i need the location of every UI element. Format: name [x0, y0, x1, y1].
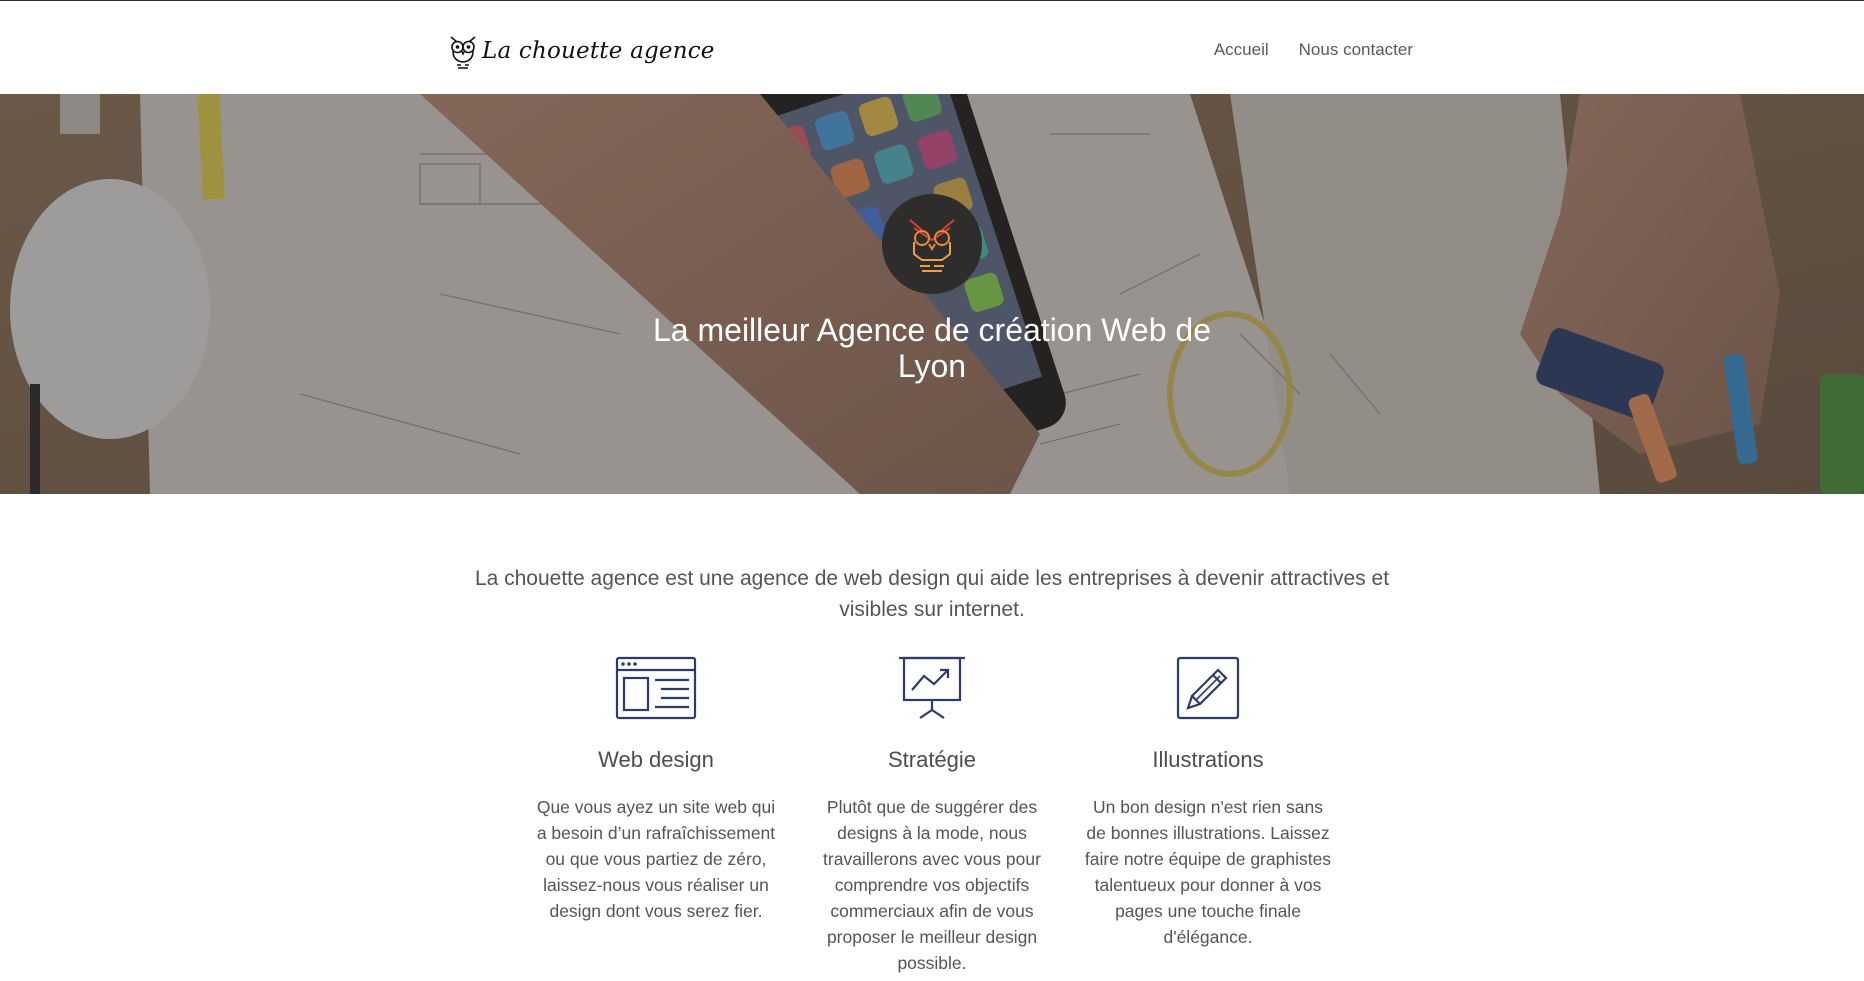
site-header: La chouette agence Accueil Nous contacte… [0, 1, 1864, 94]
hero-overlay [0, 94, 1864, 494]
service-title: Illustrations [1152, 747, 1264, 772]
owl-badge-icon [909, 219, 955, 272]
nav-link-nous-contacter[interactable]: Nous contacter [1299, 40, 1413, 60]
main-nav: Accueil Nous contacter [1214, 40, 1413, 60]
service-card-strategie: Stratégie Plutôt que de suggérer des des… [808, 656, 1056, 976]
service-title: Web design [598, 747, 714, 772]
pencil-icon [1176, 656, 1240, 720]
service-description: Un bon design n'est rien sans de bonnes … [1084, 797, 1332, 947]
services-section: Web design Que vous ayez un site web qui… [532, 656, 1332, 976]
service-card-web-design: Web design Que vous ayez un site web qui… [532, 656, 780, 976]
intro-text: La chouette agence est une agence de web… [474, 567, 1390, 621]
service-title: Stratégie [887, 747, 977, 772]
hero-banner: La meilleur Agence de création Web de Ly… [0, 94, 1864, 494]
hero-owl-badge [882, 194, 982, 294]
service-card-illustrations: Illustrations Un bon design n'est rien s… [1084, 656, 1332, 976]
presentation-chart-icon [899, 656, 965, 719]
browser-window-icon [615, 656, 697, 720]
nav-link-accueil[interactable]: Accueil [1214, 40, 1269, 60]
hero-title: La meilleur Agence de création Web de Ly… [653, 312, 1211, 384]
service-description: Plutôt que de suggérer des designs à la … [823, 797, 1041, 973]
brand-link[interactable]: La chouette agence [448, 31, 715, 71]
brand-name: La chouette agence [482, 38, 715, 64]
owl-logo-icon [450, 36, 476, 69]
service-description: Que vous ayez un site web qui a besoin d… [536, 797, 776, 921]
